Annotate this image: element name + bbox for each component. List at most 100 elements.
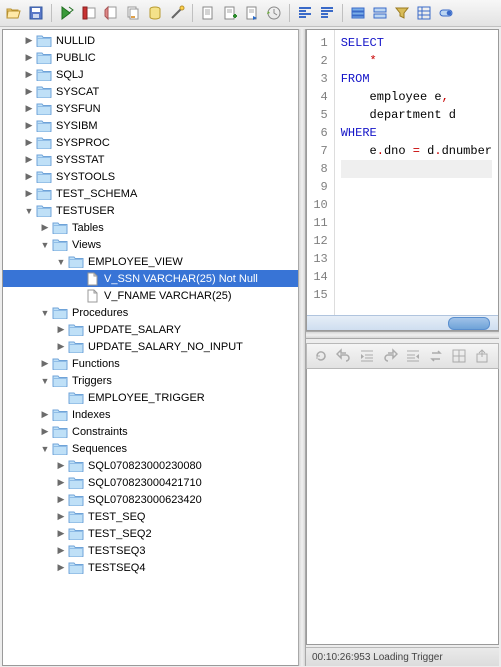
horizontal-splitter[interactable] bbox=[306, 331, 499, 339]
doc-icon[interactable] bbox=[198, 3, 218, 23]
triangle-right-icon[interactable]: ▶ bbox=[23, 103, 35, 115]
code-area[interactable]: SELECT * FROM employee e, department d W… bbox=[335, 30, 498, 315]
triangle-down-icon[interactable]: ▼ bbox=[55, 256, 67, 268]
tree-folder[interactable]: ▼EMPLOYEE_VIEW bbox=[3, 253, 298, 270]
triangle-right-icon[interactable]: ▶ bbox=[39, 358, 51, 370]
triangle-right-icon[interactable]: ▶ bbox=[23, 86, 35, 98]
triangle-right-icon[interactable]: ▶ bbox=[55, 494, 67, 506]
doc-arrow-icon[interactable] bbox=[242, 3, 262, 23]
tree-folder[interactable]: ▶PUBLIC bbox=[3, 49, 298, 66]
tree-folder[interactable]: ▶SYSCAT bbox=[3, 83, 298, 100]
tree-folder[interactable]: ▶Indexes bbox=[3, 406, 298, 423]
tree-folder[interactable]: ▶SQLJ bbox=[3, 66, 298, 83]
tree-folder[interactable]: ▶SYSSTAT bbox=[3, 151, 298, 168]
tree-folder[interactable]: ▼Triggers bbox=[3, 372, 298, 389]
tree-folder[interactable]: ▼TESTUSER bbox=[3, 202, 298, 219]
triangle-right-icon[interactable]: ▶ bbox=[23, 188, 35, 200]
align-left-icon[interactable] bbox=[295, 3, 315, 23]
clear-icon[interactable] bbox=[101, 3, 121, 23]
tree-folder[interactable]: ▶TEST_SEQ2 bbox=[3, 525, 298, 542]
tree-folder[interactable]: ▶TEST_SCHEMA bbox=[3, 185, 298, 202]
tree-folder[interactable]: ▶SYSTOOLS bbox=[3, 168, 298, 185]
tree-folder[interactable]: ▶TEST_SEQ bbox=[3, 508, 298, 525]
triangle-right-icon[interactable]: ▶ bbox=[55, 477, 67, 489]
stop-sql-icon[interactable] bbox=[79, 3, 99, 23]
triangle-right-icon[interactable]: ▶ bbox=[55, 545, 67, 557]
triangle-right-icon[interactable]: ▶ bbox=[55, 324, 67, 336]
triangle-down-icon[interactable]: ▼ bbox=[39, 307, 51, 319]
tree-label: UPDATE_SALARY bbox=[88, 324, 181, 336]
triangle-right-icon[interactable]: ▶ bbox=[23, 35, 35, 47]
triangle-right-icon[interactable]: ▶ bbox=[23, 52, 35, 64]
tree-folder[interactable]: ▶TESTSEQ3 bbox=[3, 542, 298, 559]
folder-open-icon[interactable] bbox=[4, 3, 24, 23]
triangle-right-icon[interactable]: ▶ bbox=[55, 528, 67, 540]
rows-icon[interactable] bbox=[348, 3, 368, 23]
tree-folder[interactable]: ▶TESTSEQ4 bbox=[3, 559, 298, 576]
column-item[interactable]: ▶V_SSN VARCHAR(25) Not Null bbox=[3, 270, 298, 287]
triangle-right-icon[interactable]: ▶ bbox=[55, 562, 67, 574]
tree-folder[interactable]: ▶Functions bbox=[3, 355, 298, 372]
run-sql-icon[interactable] bbox=[57, 3, 77, 23]
triangle-right-icon[interactable]: ▶ bbox=[23, 69, 35, 81]
sql-editor[interactable]: 1 2 3 4 5 6 7 8 9 10 11 12 13 14 15 SELE… bbox=[307, 30, 498, 315]
doc-plus-icon[interactable] bbox=[220, 3, 240, 23]
folder-icon bbox=[52, 357, 68, 371]
column-item[interactable]: ▶V_FNAME VARCHAR(25) bbox=[3, 287, 298, 304]
triangle-right-icon[interactable]: ▶ bbox=[55, 341, 67, 353]
tree-folder[interactable]: ▶Tables bbox=[3, 219, 298, 236]
swap-icon[interactable] bbox=[426, 346, 446, 366]
triangle-down-icon[interactable]: ▼ bbox=[23, 205, 35, 217]
tree-folder[interactable]: ▶UPDATE_SALARY_NO_INPUT bbox=[3, 338, 298, 355]
undo-icon[interactable] bbox=[334, 346, 354, 366]
outdent-icon[interactable] bbox=[403, 346, 423, 366]
indent-icon[interactable] bbox=[357, 346, 377, 366]
tree-folder[interactable]: ▼Views bbox=[3, 236, 298, 253]
results-pane[interactable] bbox=[306, 369, 499, 645]
editor-h-scrollbar[interactable] bbox=[307, 315, 498, 330]
cylinder-icon[interactable] bbox=[145, 3, 165, 23]
tree-folder[interactable]: ▶SQL070823000623420 bbox=[3, 491, 298, 508]
folder-icon bbox=[36, 204, 52, 218]
object-explorer-scroll[interactable]: ▶NULLID▶PUBLIC▶SQLJ▶SYSCAT▶SYSFUN▶SYSIBM… bbox=[3, 30, 298, 665]
tree-folder[interactable]: ▶NULLID bbox=[3, 32, 298, 49]
triangle-right-icon[interactable]: ▶ bbox=[55, 511, 67, 523]
wand-icon[interactable] bbox=[167, 3, 187, 23]
tree-folder[interactable]: ▼Procedures bbox=[3, 304, 298, 321]
tree-folder[interactable]: ▶SYSFUN bbox=[3, 100, 298, 117]
triangle-right-icon[interactable]: ▶ bbox=[39, 426, 51, 438]
tree-folder[interactable]: ▶SQL070823000421710 bbox=[3, 474, 298, 491]
vertical-splitter[interactable] bbox=[298, 29, 306, 666]
export-icon[interactable] bbox=[472, 346, 492, 366]
refresh-icon[interactable] bbox=[311, 346, 331, 366]
tree-folder[interactable]: ▶EMPLOYEE_TRIGGER bbox=[3, 389, 298, 406]
triangle-right-icon[interactable]: ▶ bbox=[39, 222, 51, 234]
tree-folder[interactable]: ▶SYSPROC bbox=[3, 134, 298, 151]
tree-folder[interactable]: ▶SYSIBM bbox=[3, 117, 298, 134]
tree-folder[interactable]: ▶ UPDATE_SALARY bbox=[3, 321, 298, 338]
redo-plus-icon[interactable] bbox=[380, 346, 400, 366]
triangle-right-icon[interactable]: ▶ bbox=[23, 154, 35, 166]
filter-icon[interactable] bbox=[392, 3, 412, 23]
triangle-down-icon[interactable]: ▼ bbox=[39, 375, 51, 387]
tree-folder[interactable]: ▶SQL070823000230080 bbox=[3, 457, 298, 474]
history-icon[interactable] bbox=[264, 3, 284, 23]
copy-icon[interactable] bbox=[123, 3, 143, 23]
rows3-icon[interactable] bbox=[414, 3, 434, 23]
triangle-down-icon[interactable]: ▼ bbox=[39, 443, 51, 455]
triangle-down-icon[interactable]: ▼ bbox=[39, 239, 51, 251]
align-top-icon[interactable] bbox=[317, 3, 337, 23]
triangle-right-icon[interactable]: ▶ bbox=[23, 171, 35, 183]
triangle-right-icon[interactable]: ▶ bbox=[55, 460, 67, 472]
tree-folder[interactable]: ▼Sequences bbox=[3, 440, 298, 457]
rows2-icon[interactable] bbox=[370, 3, 390, 23]
folder-icon bbox=[52, 374, 68, 388]
scrollbar-thumb[interactable] bbox=[448, 317, 490, 330]
tree-folder[interactable]: ▶Constraints bbox=[3, 423, 298, 440]
grid-icon[interactable] bbox=[449, 346, 469, 366]
toggle-icon[interactable] bbox=[436, 3, 456, 23]
save-icon[interactable] bbox=[26, 3, 46, 23]
triangle-right-icon[interactable]: ▶ bbox=[23, 120, 35, 132]
triangle-right-icon[interactable]: ▶ bbox=[23, 137, 35, 149]
triangle-right-icon[interactable]: ▶ bbox=[39, 409, 51, 421]
